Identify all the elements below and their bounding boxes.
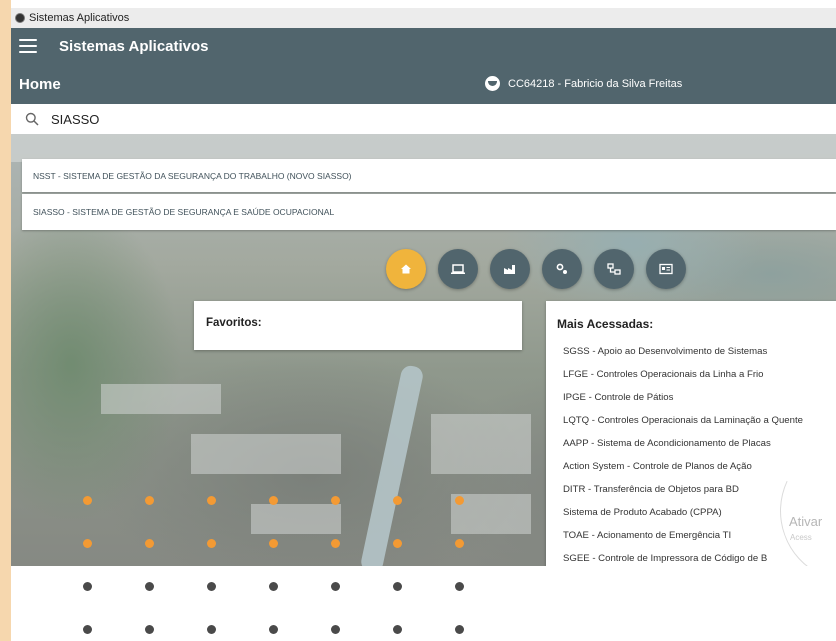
favorites-panel: Favoritos: — [194, 301, 522, 350]
list-item[interactable]: LQTQ - Controles Operacionais da Laminaç… — [563, 414, 803, 437]
factory-button[interactable] — [490, 249, 530, 289]
user-face-icon — [485, 76, 500, 91]
decorative-side-strip — [0, 0, 11, 641]
app-icon — [15, 13, 25, 23]
search-icon — [25, 112, 39, 126]
settings-button[interactable] — [542, 249, 582, 289]
search-input[interactable] — [51, 111, 651, 127]
gears-icon — [556, 263, 567, 274]
factory-icon — [504, 265, 515, 274]
hierarchy-icon — [607, 263, 621, 275]
window-titlebar: Sistemas Aplicativos — [11, 8, 836, 28]
most-accessed-list: SGSS - Apoio ao Desenvolvimento de Siste… — [563, 345, 803, 575]
favorites-title: Favoritos: — [206, 317, 262, 329]
list-item[interactable]: DITR - Transferência de Objetos para BD — [563, 483, 803, 506]
window-title: Sistemas Aplicativos — [29, 12, 130, 24]
decorative-dot — [392, 581, 402, 591]
decorative-dot — [206, 495, 216, 505]
sub-header: Home CC64218 - Fabricio da Silva Freitas — [11, 64, 836, 104]
decorative-dot — [82, 495, 92, 505]
user-info: CC64218 - Fabricio da Silva Freitas — [485, 76, 682, 91]
search-bar — [11, 104, 836, 134]
decorative-dot — [392, 624, 402, 634]
decorative-dot — [268, 581, 278, 591]
list-item[interactable]: Action System - Controle de Planos de Aç… — [563, 460, 803, 483]
search-result-item[interactable]: SIASSO - SISTEMA DE GESTÃO DE SEGURANÇA … — [22, 194, 836, 230]
search-result-item[interactable]: NSST - SISTEMA DE GESTÃO DA SEGURANÇA DO… — [22, 159, 836, 192]
app-bar: Sistemas Aplicativos — [11, 28, 836, 64]
id-card-button[interactable] — [646, 249, 686, 289]
id-card-icon — [659, 263, 673, 275]
decorative-dot — [454, 581, 464, 591]
user-name: CC64218 - Fabricio da Silva Freitas — [508, 77, 683, 90]
decorative-dot — [330, 538, 340, 548]
laptop-icon — [451, 264, 465, 274]
decorative-dot — [330, 624, 340, 634]
decorative-dot — [330, 581, 340, 591]
page-title: Home — [19, 76, 61, 93]
decorative-dot — [206, 581, 216, 591]
bottom-area — [11, 566, 836, 641]
decorative-dot — [206, 538, 216, 548]
home-button[interactable] — [386, 249, 426, 289]
decorative-dot — [392, 495, 402, 505]
list-item[interactable]: AAPP - Sistema de Acondicionamento de Pl… — [563, 437, 803, 460]
decorative-dot — [454, 495, 464, 505]
list-item[interactable]: Sistema de Produto Acabado (CPPA) — [563, 506, 803, 529]
decorative-dot — [454, 538, 464, 548]
activation-watermark: Ativar — [789, 514, 823, 529]
app-title: Sistemas Aplicativos — [59, 37, 209, 55]
home-icon — [401, 264, 411, 274]
category-nav — [386, 249, 686, 289]
decorative-dot — [144, 581, 154, 591]
decorative-dot — [454, 624, 464, 634]
systems-button[interactable] — [438, 249, 478, 289]
decorative-dot — [144, 538, 154, 548]
menu-icon[interactable] — [19, 39, 37, 53]
decorative-dot — [392, 538, 402, 548]
decorative-dot — [82, 581, 92, 591]
hierarchy-button[interactable] — [594, 249, 634, 289]
list-item[interactable]: IPGE - Controle de Pátios — [563, 391, 803, 414]
list-item[interactable]: SGSS - Apoio ao Desenvolvimento de Siste… — [563, 345, 803, 368]
list-item[interactable]: LFGE - Controles Operacionais da Linha a… — [563, 368, 803, 391]
decorative-dot — [268, 495, 278, 505]
decorative-dot — [82, 538, 92, 548]
decorative-dot — [268, 538, 278, 548]
decorative-dot — [82, 624, 92, 634]
most-accessed-title: Mais Acessadas: — [557, 317, 654, 331]
decorative-dot — [144, 495, 154, 505]
decorative-dot — [268, 624, 278, 634]
decorative-dot — [330, 495, 340, 505]
decorative-dot — [144, 624, 154, 634]
decorative-dot — [206, 624, 216, 634]
activation-watermark-sub: Acess — [790, 533, 812, 542]
list-item[interactable]: TOAE - Acionamento de Emergência TI — [563, 529, 803, 552]
